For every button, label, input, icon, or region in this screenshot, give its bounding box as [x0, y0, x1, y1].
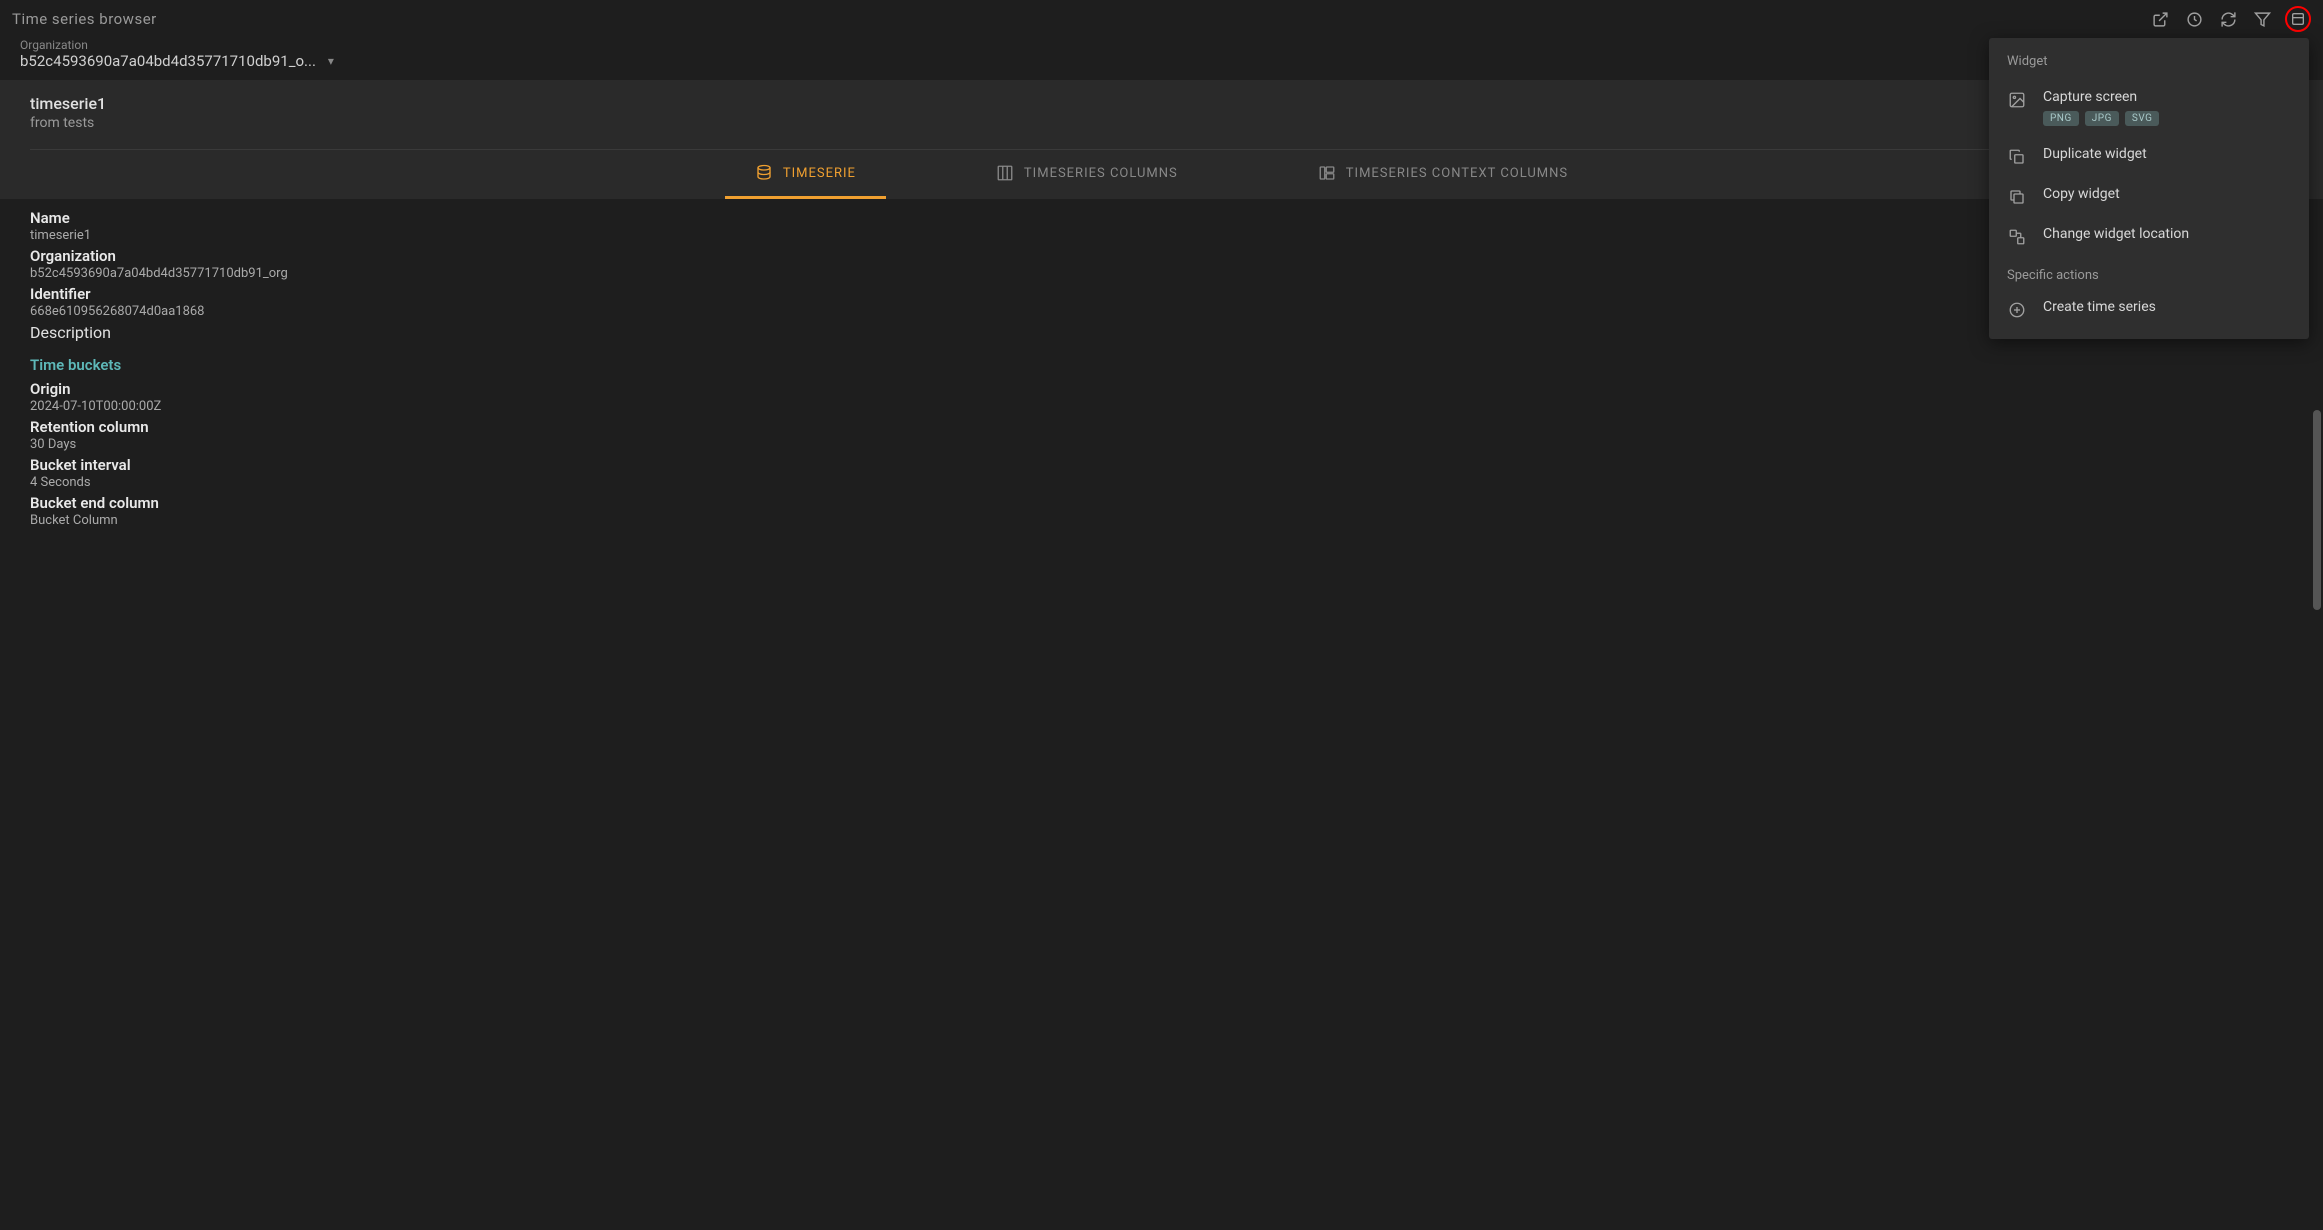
popup-specific-header: Specific actions	[1989, 256, 2309, 289]
columns-icon	[996, 164, 1014, 182]
duplicate-icon	[2007, 148, 2027, 166]
create-label: Create time series	[2043, 299, 2291, 315]
description-label: Description	[30, 323, 2293, 342]
name-value: timeserie1	[30, 228, 2293, 243]
duplicate-label: Duplicate widget	[2043, 146, 2291, 162]
image-icon	[2007, 91, 2027, 109]
tab-label: TIMESERIES CONTEXT COLUMNS	[1346, 166, 1568, 181]
origin-value: 2024-07-10T00:00:00Z	[30, 399, 2293, 414]
organization-label: Organization	[20, 38, 2303, 52]
timeseries-source: from tests	[30, 115, 2293, 131]
field-origin: Origin 2024-07-10T00:00:00Z	[30, 380, 2293, 414]
widget-menu-popup: Widget Capture screen PNG JPG SVG Duplic…	[1989, 38, 2309, 339]
field-identifier: Identifier 668e610956268074d0aa1868	[30, 285, 2293, 319]
badge-jpg[interactable]: JPG	[2085, 111, 2119, 126]
identifier-value: 668e610956268074d0aa1868	[30, 304, 2293, 319]
copy-label: Copy widget	[2043, 186, 2291, 202]
origin-label: Origin	[30, 380, 2293, 398]
name-label: Name	[30, 209, 2293, 227]
organization-value: b52c4593690a7a04bd4d35771710db91_o...	[20, 52, 316, 70]
content: Name timeserie1 Organization b52c4593690…	[0, 199, 2323, 542]
organization-selector[interactable]: Organization b52c4593690a7a04bd4d3577171…	[0, 38, 2323, 80]
tab-timeseries-columns[interactable]: TIMESERIES COLUMNS	[966, 150, 1208, 199]
tab-timeseries-context-columns[interactable]: TIMESERIES CONTEXT COLUMNS	[1288, 150, 1598, 199]
bucket-end-label: Bucket end column	[30, 494, 2293, 512]
field-retention: Retention column 30 Days	[30, 418, 2293, 452]
badge-png[interactable]: PNG	[2043, 111, 2079, 126]
copy-icon	[2007, 188, 2027, 206]
time-buckets-title: Time buckets	[30, 356, 2293, 374]
retention-label: Retention column	[30, 418, 2293, 436]
capture-badges: PNG JPG SVG	[2043, 111, 2291, 126]
menu-create-time-series[interactable]: Create time series	[1989, 289, 2309, 329]
chevron-down-icon: ▾	[328, 54, 334, 68]
titlebar: Time series browser	[0, 0, 2323, 38]
organization-label: Organization	[30, 247, 2293, 265]
timeseries-name: timeserie1	[30, 94, 2293, 113]
change-location-label: Change widget location	[2043, 226, 2291, 242]
tabs: TIMESERIE TIMESERIES COLUMNS TIMESERIES …	[30, 149, 2293, 199]
identifier-label: Identifier	[30, 285, 2293, 303]
menu-copy-widget[interactable]: Copy widget	[1989, 176, 2309, 216]
menu-capture-screen[interactable]: Capture screen PNG JPG SVG	[1989, 79, 2309, 136]
popup-header: Widget	[1989, 50, 2309, 79]
scrollbar[interactable]	[2313, 410, 2321, 610]
field-name: Name timeserie1	[30, 209, 2293, 243]
context-columns-icon	[1318, 164, 1336, 182]
plus-circle-icon	[2007, 301, 2027, 319]
move-icon	[2007, 228, 2027, 246]
menu-duplicate-widget[interactable]: Duplicate widget	[1989, 136, 2309, 176]
clock-icon[interactable]	[2183, 8, 2205, 30]
field-bucket-end: Bucket end column Bucket Column	[30, 494, 2293, 528]
capture-label: Capture screen	[2043, 89, 2291, 105]
tab-label: TIMESERIES COLUMNS	[1024, 166, 1178, 181]
organization-value: b52c4593690a7a04bd4d35771710db91_org	[30, 266, 2293, 281]
titlebar-actions	[2149, 6, 2311, 32]
menu-change-location[interactable]: Change widget location	[1989, 216, 2309, 256]
popout-icon[interactable]	[2149, 8, 2171, 30]
interval-label: Bucket interval	[30, 456, 2293, 474]
field-organization: Organization b52c4593690a7a04bd4d3577171…	[30, 247, 2293, 281]
badge-svg[interactable]: SVG	[2125, 111, 2160, 126]
filter-icon[interactable]	[2251, 8, 2273, 30]
page-title: Time series browser	[12, 10, 157, 28]
widget-menu-icon[interactable]	[2285, 6, 2311, 32]
interval-value: 4 Seconds	[30, 475, 2293, 490]
refresh-icon[interactable]	[2217, 8, 2239, 30]
database-icon	[755, 164, 773, 182]
tab-timeserie[interactable]: TIMESERIE	[725, 150, 886, 199]
field-interval: Bucket interval 4 Seconds	[30, 456, 2293, 490]
bucket-end-value: Bucket Column	[30, 513, 2293, 528]
tab-label: TIMESERIE	[783, 166, 856, 181]
retention-value: 30 Days	[30, 437, 2293, 452]
header-band: timeserie1 from tests TIMESERIE TIMESERI…	[0, 80, 2323, 199]
